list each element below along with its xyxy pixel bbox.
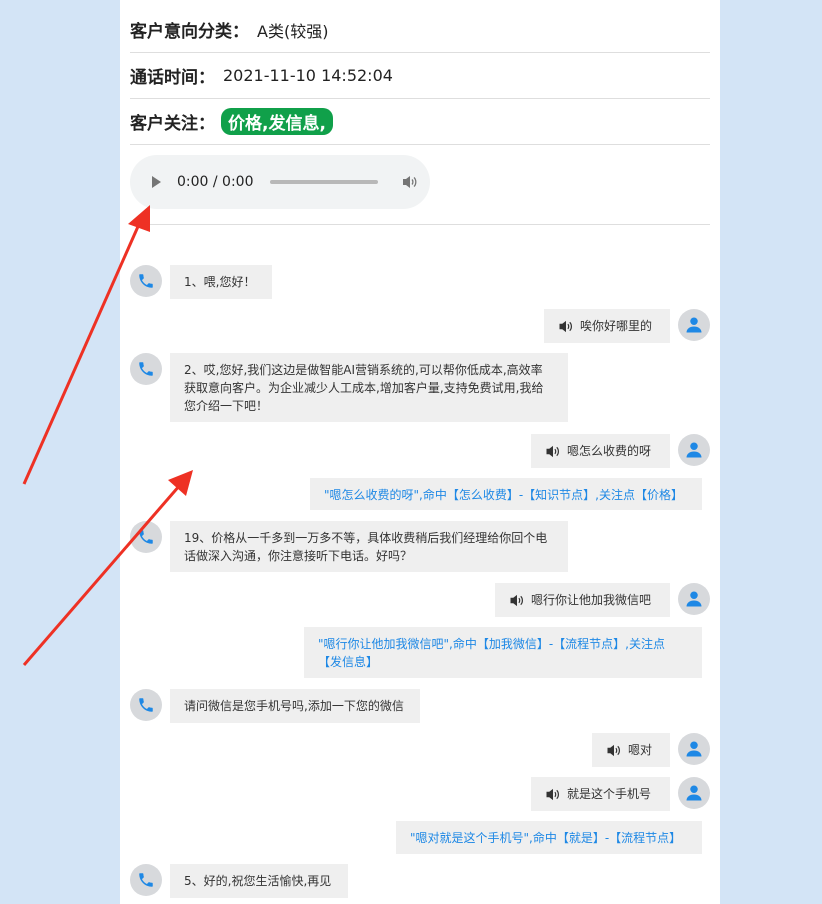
phone-icon [139,698,153,712]
focus-row: 客户关注： 价格,发信息, [130,99,710,145]
divider [130,224,710,225]
hit-note: "嗯行你让他加我微信吧",命中【加我微信】-【流程节点】,关注点【发信息】 [304,627,702,678]
speaker-icon[interactable] [558,320,574,333]
volume-icon[interactable] [402,175,418,189]
speaker-icon[interactable] [606,744,622,757]
customer-avatar [678,583,710,615]
bot-avatar [130,864,162,896]
customer-message: 嗯行你让他加我微信吧 [495,583,670,617]
customer-message-text: 嗯怎么收费的呀 [567,444,652,458]
user-icon [686,442,702,458]
category-value: A类(较强) [257,21,329,41]
bot-message: 5、好的,祝您生活愉快,再见 [170,864,348,898]
hit-note: "嗯对就是这个手机号",命中【就是】-【流程节点】 [396,821,702,854]
focus-label: 客户关注： [130,114,215,134]
customer-avatar [678,309,710,341]
phone-icon [139,274,153,288]
bot-message: 19、价格从一千多到一万多不等，具体收费稍后我们经理给你回个电话做深入沟通，你注… [170,521,568,572]
call-time-label: 通话时间： [130,68,215,88]
call-detail-panel: 客户意向分类： A类(较强) 通话时间： 2021-11-10 14:52:04… [120,0,720,904]
customer-message-text: 嗯对 [628,743,653,757]
customer-message: 就是这个手机号 [531,777,670,811]
category-label: 客户意向分类： [130,22,249,42]
bot-message: 请问微信是您手机号吗,添加一下您的微信 [170,689,420,723]
play-icon[interactable] [152,176,161,188]
category-row: 客户意向分类： A类(较强) [130,7,710,53]
customer-avatar [678,777,710,809]
speaker-icon[interactable] [545,445,561,458]
bot-avatar [130,689,162,721]
phone-icon [139,530,153,544]
customer-message-text: 嗯行你让他加我微信吧 [531,593,652,607]
bot-avatar [130,521,162,553]
call-time-value: 2021-11-10 14:52:04 [223,66,393,85]
customer-message: 唉你好哪里的 [544,309,670,343]
bot-message: 1、喂,您好！ [170,265,272,299]
user-icon [686,741,702,757]
hit-note: "嗯怎么收费的呀",命中【怎么收费】-【知识节点】,关注点【价格】 [310,478,702,510]
focus-tag: 价格,发信息, [221,108,333,135]
customer-avatar [678,434,710,466]
audio-time: 0:00 / 0:00 [177,174,254,190]
audio-player[interactable]: 0:00 / 0:00 [130,155,430,209]
bot-avatar [130,353,162,385]
user-icon [686,785,702,801]
customer-message: 嗯怎么收费的呀 [531,434,670,468]
bot-avatar [130,265,162,297]
call-time-row: 通话时间： 2021-11-10 14:52:04 [130,53,710,99]
customer-message-text: 唉你好哪里的 [580,319,653,333]
customer-message-text: 就是这个手机号 [567,787,652,801]
phone-icon [139,362,153,376]
speaker-icon[interactable] [509,594,525,607]
speaker-icon[interactable] [545,788,561,801]
customer-avatar [678,733,710,765]
user-icon [686,317,702,333]
customer-message: 嗯对 [592,733,670,767]
user-icon [686,591,702,607]
phone-icon [139,873,153,887]
audio-progress-track[interactable] [269,180,378,184]
bot-message: 2、哎,您好,我们这边是做智能AI营销系统的,可以帮你低成本,高效率获取意向客户… [170,353,568,422]
